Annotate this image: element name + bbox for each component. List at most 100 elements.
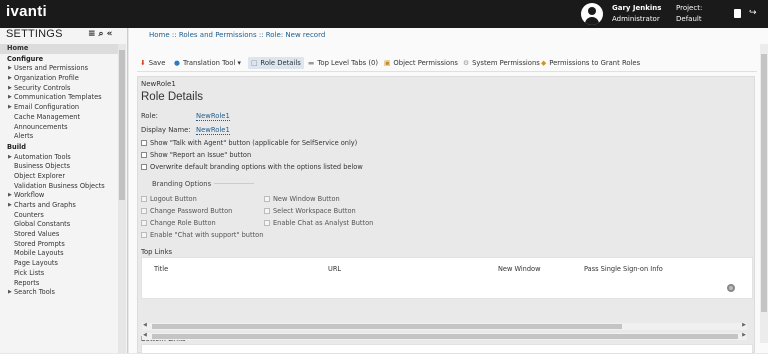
sidebar-item[interactable]: Alerts [0,132,118,142]
display-name-label: Display Name: [141,126,191,134]
role-record-panel: NewRole1 Role Details Role: NewRole1 Dis… [137,76,755,354]
sidebar-item[interactable]: ▶ Communication Templates [0,93,118,103]
collapse-icon[interactable]: « [107,29,116,39]
save-icon: ⬇ [140,59,146,67]
sidebar-item[interactable]: ▶ Charts and Graphs [0,201,118,211]
role-label: Role: [141,112,158,120]
toolbar: ⬇ Save ● Translation Tool ▾ □ Role Details … [137,54,757,72]
column-url[interactable]: URL [328,265,341,273]
globe-icon: ● [174,59,180,67]
talk-with-agent-checkbox[interactable]: Show "Talk with Agent" button (applicabl… [141,139,357,147]
sidebar-item[interactable]: Cache Management [0,113,118,123]
sidebar-item[interactable]: Home [0,44,118,54]
record-title: Role Details [141,91,203,103]
tab-grant-roles[interactable]: ◆ Permissions to Grant Roles [538,57,643,69]
scroll-left-icon[interactable]: ◀ [143,322,147,328]
role-icon: □ [251,59,258,67]
sidebar-item[interactable]: Announcements [0,123,118,133]
sidebar-item[interactable]: Reports [0,279,118,289]
main-content: Home :: Roles and Permissions :: Role: N… [129,28,768,354]
column-title[interactable]: Title [154,265,168,273]
translation-tool-button[interactable]: ● Translation Tool ▾ [171,57,244,69]
sidebar-item[interactable]: Business Objects [0,162,118,172]
horizontal-scrollbar-top[interactable]: ◀ ▶ [142,322,747,330]
display-name-field[interactable]: NewRole1 [196,126,230,135]
new-window-checkbox[interactable]: New Window Button [264,195,340,203]
sidebar-nav: Home Configure ▶ Users and Permissions ▶ Orga… [0,44,118,298]
sidebar-item[interactable]: ▶ Email Configuration [0,103,118,113]
sidebar-scrollbar[interactable] [118,44,126,353]
branding-divider [214,183,254,184]
change-password-checkbox[interactable]: Change Password Button [141,207,232,215]
expand-arrow-icon[interactable]: ▶ [8,288,12,298]
save-button[interactable]: ⬇ Save [137,57,168,69]
logout-icon[interactable]: ↪ [749,8,757,18]
tabs-icon: ▬ [308,59,315,67]
change-role-checkbox[interactable]: Change Role Button [141,219,216,227]
expand-arrow-icon[interactable]: ▶ [8,153,12,163]
expand-arrow-icon[interactable]: ▶ [8,103,12,113]
sidebar-item[interactable]: ▶ Organization Profile [0,74,118,84]
sidebar-item[interactable]: Counters [0,211,118,221]
sidebar-item: Configure [7,54,44,63]
tab-top-level-tabs[interactable]: ▬ Top Level Tabs (0) [305,57,381,69]
sidebar-item[interactable]: Page Layouts [0,259,118,269]
expand-arrow-icon[interactable]: ▶ [8,74,12,84]
role-field[interactable]: NewRole1 [196,112,230,121]
expand-arrow-icon[interactable]: ▶ [8,84,12,94]
tab-system-permissions[interactable]: ⚙ System Permissions [460,57,543,69]
sidebar-item[interactable]: Mobile Layouts [0,249,118,259]
logout-button-checkbox[interactable]: Logout Button [141,195,197,203]
sidebar-header: SETTINGS ≡⌕« [0,28,127,42]
top-bar: ivanti Gary Jenkins Administrator Projec… [0,0,768,28]
chat-support-checkbox[interactable]: Enable "Chat with support" button [141,231,263,239]
expand-arrow-icon[interactable]: ▶ [8,201,12,211]
sidebar-item[interactable]: ▶ Security Controls [0,84,118,94]
tab-object-permissions[interactable]: ▣ Object Permissions [381,57,461,69]
user-name[interactable]: Gary Jenkins [612,4,661,12]
sidebar-item[interactable]: Global Constants [0,220,118,230]
scroll-right-icon[interactable]: ▶ [742,322,746,328]
scroll-right-icon[interactable]: ▶ [742,332,746,338]
chat-analyst-checkbox[interactable]: Enable Chat as Analyst Button [264,219,373,227]
report-issue-checkbox[interactable]: Show "Report an Issue" button [141,151,251,159]
sidebar-title: SETTINGS [6,28,63,40]
scroll-left-icon[interactable]: ◀ [143,332,147,338]
column-new-window[interactable]: New Window [498,265,540,273]
user-role: Administrator [612,15,660,23]
select-workspace-checkbox[interactable]: Select Workspace Button [264,207,356,215]
top-links-label: Top Links [141,248,173,256]
sidebar-item[interactable]: ▶ Users and Permissions [0,64,118,74]
project-label: Project: [676,4,703,12]
sidebar-item[interactable]: Stored Values [0,230,118,240]
expand-arrow-icon[interactable]: ▶ [8,64,12,74]
sidebar-item[interactable]: Object Explorer [0,172,118,182]
sidebar-item[interactable]: ▶ Search Tools [0,288,118,298]
sidebar-item[interactable]: ▶ Automation Tools [0,153,118,163]
expand-arrow-icon[interactable]: ▶ [8,93,12,103]
record-name: NewRole1 [141,80,176,88]
main-vertical-scrollbar[interactable] [760,44,768,343]
ivanti-logo: ivanti [6,3,47,20]
search-icon[interactable]: ⌕ [99,29,107,39]
overwrite-branding-checkbox[interactable]: Overwrite default branding options with … [141,163,363,171]
top-links-grid: Title URL New Window Pass Single Sign-on… [141,257,753,299]
tab-role-details[interactable]: □ Role Details [248,57,304,69]
object-icon: ▣ [384,59,391,67]
branding-options-legend: Branding Options [152,180,212,188]
sidebar-item[interactable]: ▶ Workflow [0,191,118,201]
sidebar-item: Build [7,142,26,151]
expand-arrow-icon[interactable]: ▶ [8,191,12,201]
sidebar-item[interactable]: Pick Lists [0,269,118,279]
horizontal-scrollbar-bottom[interactable]: ◀ ▶ [142,332,747,340]
settings-gear-icon[interactable] [727,284,735,292]
sidebar-item[interactable]: Validation Business Objects [0,182,118,192]
column-sso[interactable]: Pass Single Sign-on Info [584,265,663,273]
filter-icon[interactable]: ≡ [88,29,99,39]
user-avatar-icon[interactable] [581,3,603,25]
project-value[interactable]: Default [676,15,702,23]
settings-sidebar: SETTINGS ≡⌕« Home Configure ▶ Users and Per… [0,28,128,353]
breadcrumb[interactable]: Home :: Roles and Permissions :: Role: N… [149,31,325,39]
sidebar-item[interactable]: Stored Prompts [0,240,118,250]
document-icon[interactable] [734,9,741,18]
